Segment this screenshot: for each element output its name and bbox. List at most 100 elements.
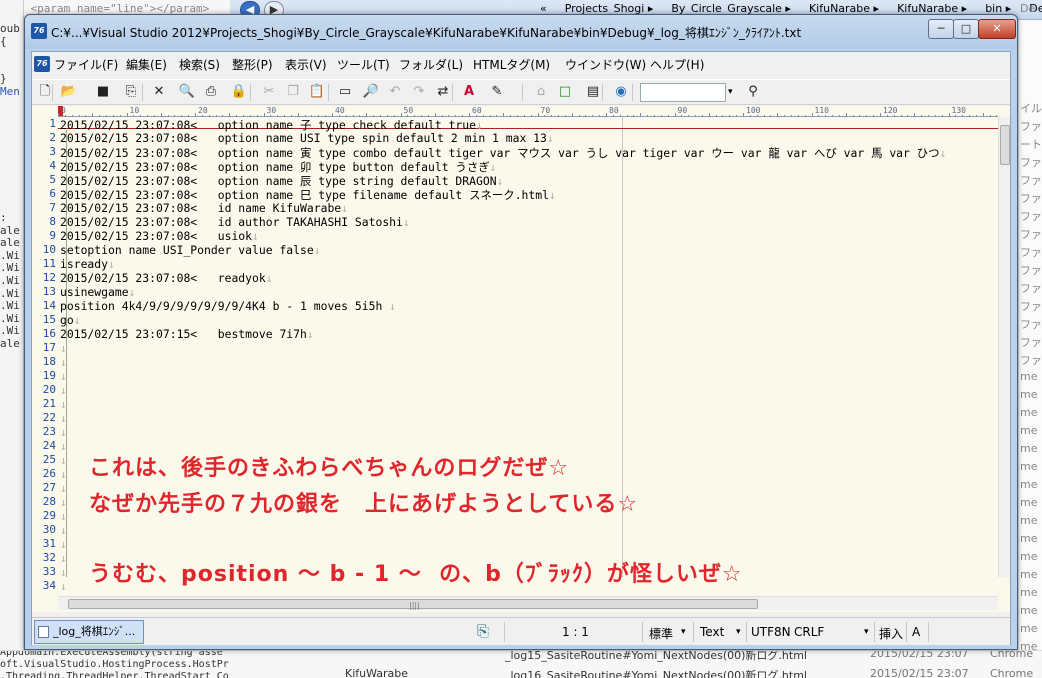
menu-item[interactable]: ファイル(F) [54,56,118,73]
text-line[interactable]: 2015/02/15 23:07:08< option name USI typ… [60,131,554,145]
copy-icon[interactable]: ❐ [284,83,302,101]
replace-icon[interactable]: ⇄ [434,83,452,101]
newline-marker-icon: ↓ [60,411,67,425]
vertical-scrollbar[interactable] [998,117,1010,577]
text-line[interactable]: ↓ [60,397,67,411]
maximize-button[interactable]: □ [953,19,979,39]
text-line[interactable]: 2015/02/15 23:07:08< id author TAKAHASHI… [60,215,410,229]
background-folder-item[interactable]: KifuWarabe [345,667,408,678]
background-file-name[interactable]: _log16_SasiteRoutine#Yomi_NextNodes(00)新… [505,667,807,678]
text-line[interactable]: ↓ [60,411,67,425]
text-line[interactable]: usinewgame↓ [60,285,135,299]
menu-item[interactable]: HTMLタグ(M) [473,56,550,73]
background-code-fragment: ale [0,223,20,237]
text-line[interactable]: ↓ [60,355,67,369]
ime-indicator: A [912,625,921,639]
find-icon[interactable]: 🔎 [362,83,380,101]
chevron-down-icon[interactable]: ▾ [681,627,686,637]
text-line[interactable]: 2015/02/15 23:07:15< bestmove 7i7h↓ [60,327,314,341]
text-editor[interactable]: 0 10 20 30 40 50 60 70 80 90 100 110 120 130 12345678… [32,106,1010,612]
tag-icon[interactable]: ⌂ [532,83,550,101]
background-file-fragment: me [1020,424,1038,437]
close-icon[interactable]: ✕ [150,83,168,101]
text-line[interactable]: position 4k4/9/9/9/9/9/9/9/4K4 b - 1 mov… [60,299,396,313]
menu-item[interactable]: 整形(P) [232,56,273,73]
menu-item[interactable]: ヘルプ(H) [650,56,704,73]
browser-icon[interactable]: ◉ [612,83,630,101]
save-icon[interactable]: ■ [94,83,112,101]
text-line[interactable]: ↓ [60,467,67,481]
text-line[interactable]: 2015/02/15 23:07:08< readyok↓ [60,271,273,285]
explorer-search[interactable]: De [1020,2,1035,15]
text-line[interactable]: ↓ [60,439,67,453]
vertical-scroll-thumb[interactable] [1000,125,1010,165]
menu-item[interactable]: ウインドウ(W) [565,56,646,73]
text-line[interactable]: go↓ [60,313,81,327]
line-number: 2 [49,131,56,144]
view-icon[interactable]: ▤ [584,83,602,101]
text-line[interactable]: isready↓ [60,257,115,271]
chevron-down-icon[interactable]: ▾ [736,627,741,637]
search-combo[interactable] [640,83,726,102]
menu-item[interactable]: ツール(T) [337,56,390,73]
network-icon[interactable]: ⎘ [477,622,489,640]
text-line[interactable]: ↓ [60,523,67,537]
text-line[interactable]: setoption name USI_Ponder value false↓ [60,243,321,257]
menu-item[interactable]: 検索(S) [179,56,220,73]
document-tab[interactable]: _log_将棋ｴﾝｼﾞ... [34,620,144,644]
text-line[interactable]: 2015/02/15 23:07:08< usiok↓ [60,229,259,243]
text-line[interactable]: ↓ [60,551,67,565]
cut-icon[interactable]: ✂ [260,83,278,101]
print-icon[interactable]: ⎙ [202,83,220,101]
text-line[interactable]: ↓ [60,369,67,383]
text-line[interactable]: ↓ [60,537,67,551]
toolbar-separator [452,84,453,101]
app-icon[interactable]: 76 [31,23,47,39]
line-number: 23 [42,425,56,438]
title-bar[interactable]: 76 C:¥...¥Visual Studio 2012¥Projects_Sh… [25,15,1017,49]
minimize-button[interactable]: ─ [928,19,954,39]
background-code-fragment: .Wi [0,261,20,275]
paste-icon[interactable]: 📋 [308,83,326,101]
line-number: 5 [49,173,56,186]
menu-item[interactable]: 表示(V) [285,56,327,73]
highlight-icon[interactable]: ✎ [488,83,506,101]
select-box-icon[interactable]: ▭ [336,83,354,101]
open-folder-icon[interactable]: 📂 [60,83,78,101]
search-binoculars-icon[interactable]: ⚲ [744,83,762,101]
file-type-selector[interactable]: Text [700,625,724,639]
text-line[interactable]: ↓ [60,341,67,355]
background-file-fragment: イル [1020,102,1042,115]
print-preview-icon[interactable]: 🔍 [178,83,196,101]
save-all-icon[interactable]: ⎘ [122,83,140,101]
text-line[interactable]: ↓ [60,579,67,593]
border-icon[interactable]: □ [556,83,574,101]
newline-marker-icon: ↓ [60,369,67,383]
background-file-fragment: me [1020,496,1038,509]
background-file-name[interactable]: _log15_SasiteRoutine#Yomi_NextNodes(00)新… [505,651,807,663]
lock-icon[interactable]: 🔒 [230,83,248,101]
text-line[interactable]: ↓ [60,383,67,397]
horizontal-scroll-thumb[interactable]: |||| [68,599,758,610]
close-button[interactable]: ✕ [978,19,1016,39]
chevron-down-icon[interactable]: ▾ [864,627,869,637]
encoding-indicator[interactable]: UTF8N [751,625,791,639]
font-color-icon[interactable]: A [460,83,478,101]
chevron-down-icon[interactable]: ▾ [728,83,738,102]
find-next-icon[interactable]: ↷ [410,83,428,101]
text-line[interactable]: ↓ [60,565,67,579]
text-line[interactable]: ↓ [60,481,67,495]
text-line[interactable]: ↓ [60,495,67,509]
menu-item[interactable]: フォルダ(L) [399,56,463,73]
text-line[interactable]: 2015/02/15 23:07:08< id name KifuWarabe↓ [60,201,348,215]
text-line-content: 2015/02/15 23:07:15< bestmove 7i7h [60,327,307,341]
horizontal-scrollbar[interactable]: |||| [58,596,998,610]
document-icon[interactable]: 76 [34,56,50,72]
menu-item[interactable]: 編集(E) [126,56,167,73]
text-line[interactable]: ↓ [60,509,67,523]
mode-selector[interactable]: 標準 [649,625,673,642]
find-prev-icon[interactable]: ↶ [386,83,404,101]
newline-indicator[interactable]: CRLF [794,625,824,639]
text-line[interactable]: ↓ [60,453,67,467]
text-line[interactable]: ↓ [60,425,67,439]
